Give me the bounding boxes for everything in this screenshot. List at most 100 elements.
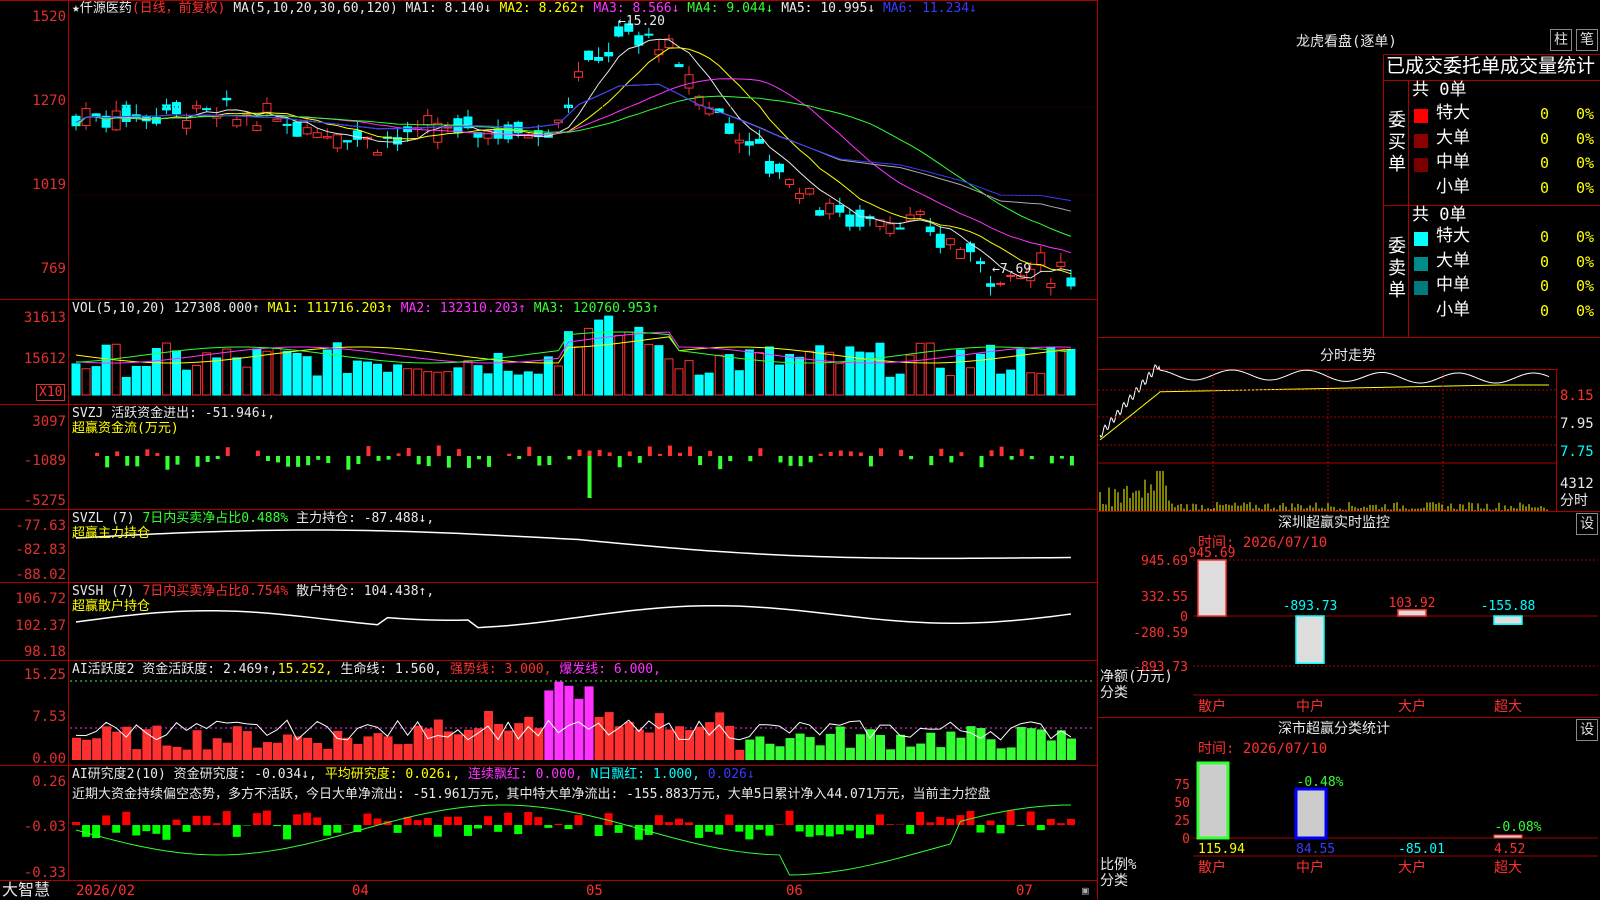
dragon-header: 已成交委托单成交量统计 — [1386, 55, 1596, 77]
candle — [111, 110, 121, 131]
order-count: 0 — [1540, 301, 1550, 320]
order-size-label: 大单 — [1436, 250, 1470, 271]
right-charts: 945.69332.550-280.59-893.73945.69散户-893.… — [1098, 364, 1598, 876]
activity-bar — [775, 746, 785, 760]
activity-bar — [785, 738, 795, 760]
research-bar — [333, 825, 342, 833]
flow-bar — [507, 453, 512, 456]
candle — [855, 209, 865, 227]
research-bar — [725, 814, 734, 825]
svzl-y-label: -77.63 — [15, 518, 66, 534]
activity-bar — [484, 710, 494, 760]
activity-bar — [946, 731, 956, 760]
volume-bar — [594, 319, 604, 396]
flow-bar — [989, 450, 994, 456]
candle — [754, 138, 764, 144]
volume-bar — [443, 371, 453, 396]
activity-bar — [654, 713, 664, 760]
volume-bar — [935, 367, 945, 396]
candle — [724, 123, 734, 134]
candle — [252, 125, 262, 131]
monitor-y-label: -893.73 — [1133, 660, 1188, 675]
activity-bar — [303, 737, 313, 760]
activity-bar — [916, 743, 926, 760]
volume-bar — [111, 343, 121, 396]
intraday-avg-line — [1099, 384, 1549, 441]
candle — [1056, 261, 1066, 267]
flow-bar — [788, 456, 793, 466]
flow-bar — [456, 449, 461, 456]
volume-bar — [945, 374, 955, 396]
research-bar — [976, 825, 985, 833]
class-category: 中户 — [1296, 859, 1324, 876]
price-y-label: 1019 — [32, 177, 66, 193]
flow-bar — [175, 456, 180, 465]
research-bar — [1006, 810, 1015, 825]
flow-bar — [929, 456, 934, 466]
activity-bar — [524, 716, 534, 760]
activity-bar — [906, 746, 916, 760]
activity-bar — [182, 749, 192, 760]
research-bar — [564, 825, 573, 830]
candle — [192, 105, 202, 109]
volume-bar — [192, 364, 202, 396]
activity-bar — [1066, 738, 1076, 760]
flow-bar — [617, 456, 622, 468]
order-size-label: 中单 — [1436, 152, 1470, 172]
x-label: 06 — [786, 883, 803, 899]
research-bar — [192, 815, 201, 825]
x-axis: 大智慧 2026/02 04 05 06 07 ▣ — [0, 882, 1097, 900]
flow-bar — [688, 446, 693, 456]
svzj-sub: 超赢资金流(万元) — [72, 421, 179, 436]
flow-bar — [155, 453, 160, 456]
research-bar — [443, 816, 452, 825]
order-count: 0 — [1540, 228, 1550, 246]
activity-bar — [102, 726, 112, 760]
activity-bar — [262, 742, 272, 760]
activity-bar — [815, 745, 825, 760]
activity-bar — [976, 728, 986, 760]
flow-bar — [306, 456, 311, 466]
flow-bar — [728, 456, 733, 462]
candle — [935, 233, 945, 248]
volume-bar — [172, 350, 181, 396]
flow-bar — [647, 446, 652, 456]
flow-bar — [949, 456, 954, 463]
lock-icon[interactable]: ▣ — [1082, 884, 1089, 897]
flow-bar — [477, 456, 481, 460]
volume-bar — [845, 346, 855, 396]
flow-bar — [848, 451, 853, 456]
candle — [895, 227, 905, 230]
flow-bar — [95, 452, 100, 456]
research-bar — [132, 825, 141, 836]
research-bar — [996, 825, 1005, 834]
flow-bar — [577, 449, 582, 456]
volume-bar — [1046, 347, 1056, 396]
candle — [644, 33, 654, 36]
research-bar — [112, 825, 121, 833]
bar-mode-button[interactable]: 柱 — [1550, 29, 1572, 51]
flow-bar — [959, 452, 964, 456]
research-bar — [785, 810, 794, 825]
flow-bar — [416, 456, 421, 465]
flow-bar — [316, 456, 321, 460]
flow-bar — [808, 456, 813, 463]
activity-bar — [323, 748, 333, 760]
activity-bar — [212, 738, 222, 760]
activity-bar — [745, 739, 755, 760]
flow-bar — [979, 456, 984, 468]
chart-area[interactable]: ★仟源医药(日线，前复权) MA(5,10,20,30,60,120) MA1:… — [0, 0, 1098, 900]
class-bar — [1493, 834, 1523, 839]
order-color-swatch — [1414, 232, 1428, 246]
order-color-swatch — [1414, 158, 1428, 172]
svsh-y-label: 98.18 — [23, 644, 66, 660]
class-y-label: 25 — [1174, 814, 1190, 829]
flow-bar — [698, 456, 703, 466]
candle — [202, 108, 212, 111]
research-bar — [1036, 825, 1045, 831]
tick-mode-button[interactable]: 笔 — [1576, 29, 1598, 51]
research-bar — [855, 825, 864, 839]
activity-bar — [343, 737, 353, 760]
monitor-y-label: 945.69 — [1141, 554, 1188, 569]
flow-bar — [758, 448, 763, 456]
